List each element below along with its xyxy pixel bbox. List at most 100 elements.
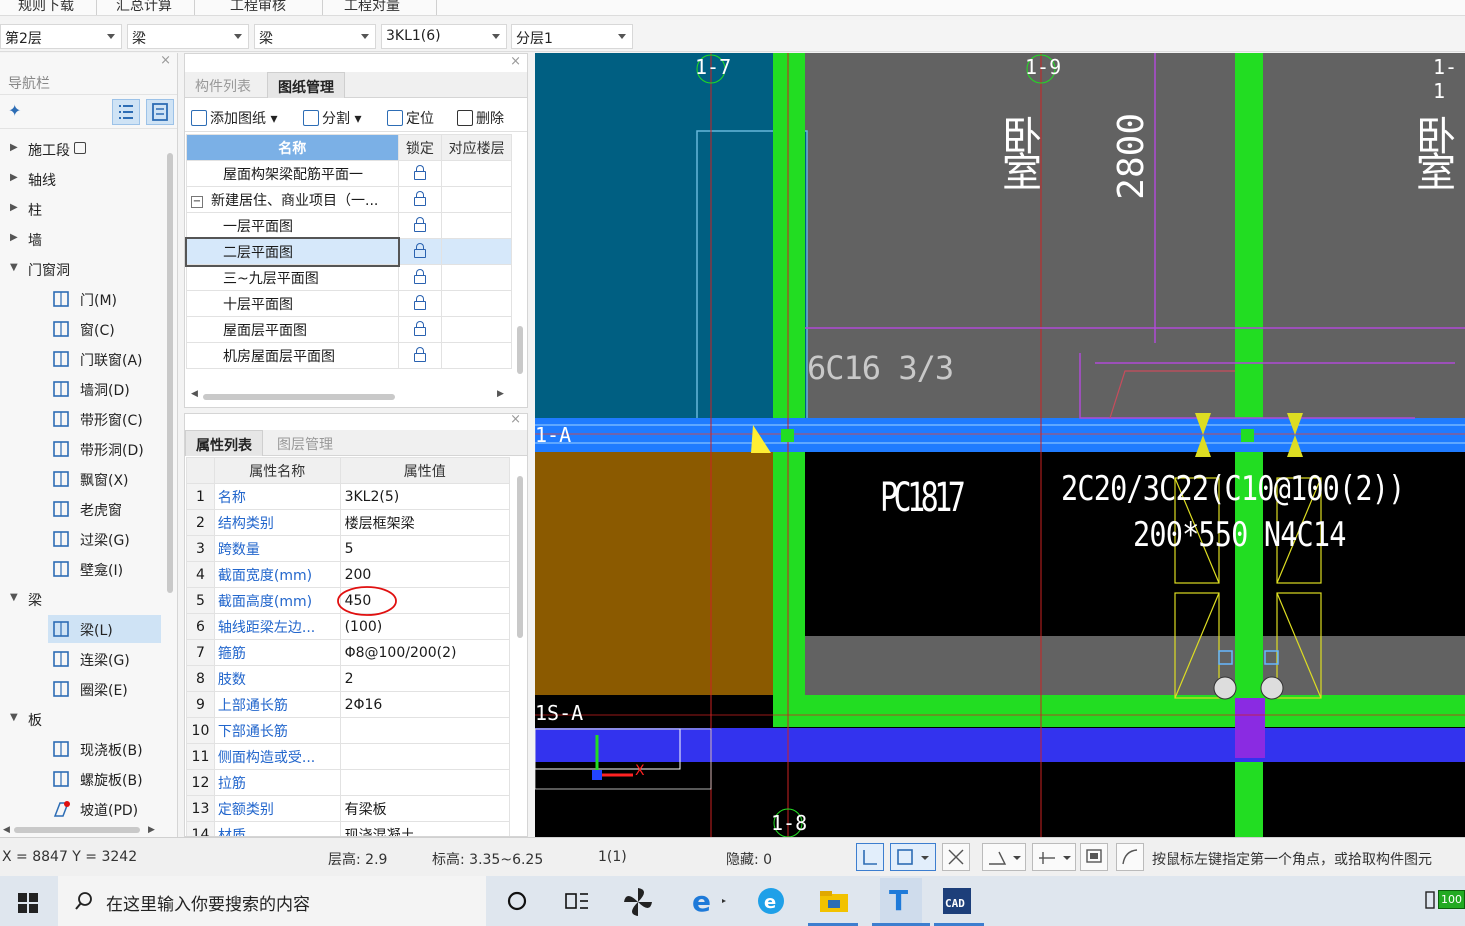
floor-cell[interactable] — [441, 316, 512, 343]
column-header[interactable]: 属性值 — [339, 457, 511, 484]
lock-icon[interactable] — [413, 164, 426, 180]
caret-down-icon[interactable]: ▼ — [10, 712, 18, 723]
property-value[interactable]: Φ8@100/200(2) — [339, 639, 511, 666]
scroll-right-icon[interactable]: ▶ — [497, 389, 504, 399]
tab-layer-management[interactable]: 图层管理 — [267, 430, 343, 456]
arc-button[interactable] — [1116, 843, 1144, 871]
table-row[interactable]: 10 下部通长筋 — [186, 717, 511, 744]
close-icon[interactable]: × — [160, 53, 171, 68]
table-row[interactable]: 13 定额类别 有梁板 — [186, 795, 511, 822]
property-value[interactable]: 楼层框架梁 — [339, 509, 511, 536]
ie-browser-icon[interactable]: e — [690, 885, 726, 918]
menu-quantity-compare[interactable]: 工程对量 — [344, 0, 400, 15]
table-row[interactable]: 一层平面图 — [186, 212, 512, 239]
table-row[interactable]: 3 跨数量 5 — [186, 535, 511, 562]
table-row[interactable]: 7 箍筋 Φ8@100/200(2) — [186, 639, 511, 666]
drawing-vertical-scrollbar[interactable] — [517, 326, 523, 374]
lock-cell[interactable] — [397, 212, 443, 239]
lock-icon[interactable] — [413, 190, 426, 206]
nav-item[interactable]: 墙洞(D) — [0, 375, 162, 403]
property-value[interactable]: 有梁板 — [339, 795, 511, 822]
cross-select-button[interactable] — [942, 843, 970, 871]
table-row[interactable]: 十层平面图 — [186, 290, 512, 317]
nav-item[interactable]: 老虎窗 — [0, 495, 162, 523]
floor-cell[interactable] — [441, 264, 512, 291]
caret-right-icon[interactable]: ▶ — [10, 142, 18, 153]
property-value[interactable]: 5 — [339, 535, 511, 562]
menu-summary-calc[interactable]: 汇总计算 — [116, 0, 172, 15]
table-row[interactable]: 三~九层平面图 — [186, 264, 512, 291]
grip-point[interactable] — [1241, 429, 1254, 442]
file-explorer-icon[interactable] — [818, 886, 848, 916]
category-select[interactable]: 梁 — [127, 24, 249, 49]
table-row[interactable]: 9 上部通长筋 2Φ16 — [186, 691, 511, 718]
floor-cell[interactable] — [441, 342, 512, 369]
property-value[interactable]: 现浇混凝土 — [339, 821, 511, 836]
nav-item[interactable]: 梁(L) — [48, 615, 161, 643]
nav-item[interactable]: 坡道(PD) — [0, 795, 162, 823]
taskbar-search-box[interactable]: 在这里输入你要搜索的内容 — [58, 876, 486, 926]
floor-select[interactable]: 第2层 — [0, 24, 122, 49]
caret-right-icon[interactable]: ▶ — [10, 172, 18, 183]
property-value[interactable]: 2 — [339, 665, 511, 692]
nav-item[interactable]: ▶ 施工段 — [0, 135, 162, 163]
collapse-icon[interactable]: − — [191, 195, 203, 208]
nav-item[interactable]: 门联窗(A) — [0, 345, 162, 373]
caret-down-icon[interactable]: ▼ — [10, 262, 18, 273]
close-icon[interactable]: × — [510, 54, 521, 69]
menu-project-audit[interactable]: 工程审核 — [230, 0, 286, 15]
lock-cell[interactable] — [397, 316, 443, 343]
ortho-mode-button[interactable] — [856, 843, 884, 871]
rect-select-button[interactable] — [890, 843, 936, 871]
nav-vertical-scrollbar[interactable] — [167, 153, 173, 593]
drawing-canvas[interactable]: 1-7 1-9 1-1 1-A 1S-A 1-8 卧室 卧室 2800 6C16… — [535, 53, 1465, 837]
floor-cell[interactable] — [441, 212, 512, 239]
nav-item[interactable]: 过梁(G) — [0, 525, 162, 553]
t-app-icon[interactable]: T — [880, 878, 922, 924]
detail-view-icon[interactable] — [146, 99, 174, 125]
caret-right-icon[interactable]: ▶ — [10, 202, 18, 213]
lock-cell[interactable] — [397, 342, 443, 369]
property-value[interactable]: 3KL2(5) — [339, 483, 511, 510]
nav-item[interactable]: 飘窗(X) — [0, 465, 162, 493]
column-header[interactable]: 属性名称 — [213, 457, 341, 484]
nav-item[interactable]: 门(M) — [0, 285, 162, 313]
lock-icon[interactable] — [413, 216, 426, 232]
lock-icon[interactable] — [413, 346, 426, 362]
display-button[interactable] — [1080, 843, 1108, 871]
lock-cell[interactable] — [397, 290, 443, 317]
table-row[interactable]: − 新建居住、商业项目（一... — [186, 186, 512, 213]
property-vertical-scrollbar[interactable] — [517, 476, 523, 638]
nav-item[interactable]: 带形窗(C) — [0, 405, 162, 433]
table-row[interactable]: 屋面构架梁配筋平面一 — [186, 160, 512, 187]
menu-rules-download[interactable]: 规则下载 — [18, 0, 74, 15]
sublayer-select[interactable]: 分层1 — [511, 24, 633, 49]
grip-point[interactable] — [781, 429, 794, 442]
property-value[interactable] — [339, 769, 511, 796]
task-view-icon[interactable] — [562, 886, 592, 916]
snap-settings-button[interactable] — [1032, 843, 1076, 871]
nav-item[interactable]: ▶ 轴线 — [0, 165, 162, 193]
scroll-right-icon[interactable]: ▶ — [148, 825, 155, 835]
split-button[interactable]: 分割 ▾ — [303, 108, 361, 128]
component-select[interactable]: 3KL1(6) — [381, 24, 507, 49]
table-row[interactable]: 14 材质 现浇混凝土 — [186, 821, 511, 836]
cad-app-icon[interactable]: CAD — [942, 886, 972, 916]
nav-horizontal-scrollbar[interactable] — [14, 827, 140, 833]
nav-item[interactable]: 现浇板(B) — [0, 735, 162, 763]
edge-browser-icon[interactable]: e — [756, 886, 786, 916]
table-row[interactable]: 二层平面图 — [184, 236, 512, 267]
table-row[interactable]: 1 名称 3KL2(5) — [186, 483, 511, 510]
nav-item[interactable]: ▼ 板 — [0, 705, 162, 733]
caret-down-icon[interactable]: ▼ — [10, 592, 18, 603]
close-icon[interactable]: × — [510, 414, 521, 427]
nav-item[interactable]: 连梁(G) — [0, 645, 162, 673]
type-select[interactable]: 梁 — [254, 24, 376, 49]
nav-item[interactable]: 窗(C) — [0, 315, 162, 343]
lock-icon[interactable] — [413, 242, 426, 258]
nav-item[interactable]: 螺旋板(B) — [0, 765, 162, 793]
delete-button[interactable]: 删除 — [457, 108, 504, 128]
table-row[interactable]: 8 肢数 2 — [186, 665, 511, 692]
battery-icon[interactable] — [1424, 890, 1436, 914]
lock-cell[interactable] — [397, 264, 443, 291]
